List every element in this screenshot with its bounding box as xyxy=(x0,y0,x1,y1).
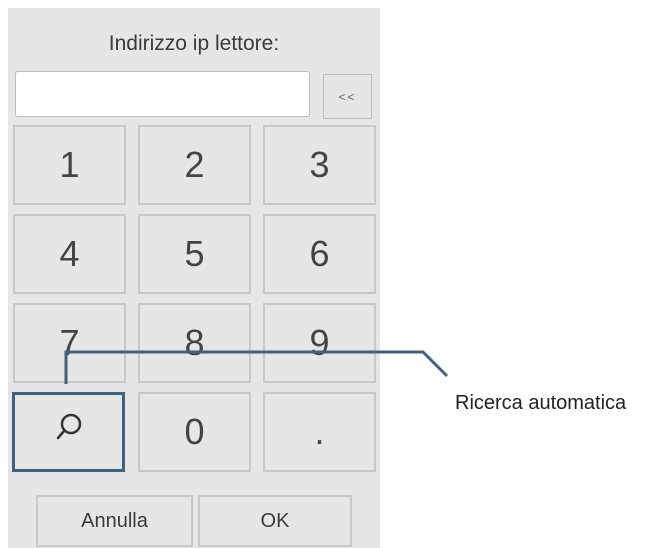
callout-line xyxy=(64,350,449,384)
callout-label: Ricerca automatica xyxy=(455,392,627,414)
